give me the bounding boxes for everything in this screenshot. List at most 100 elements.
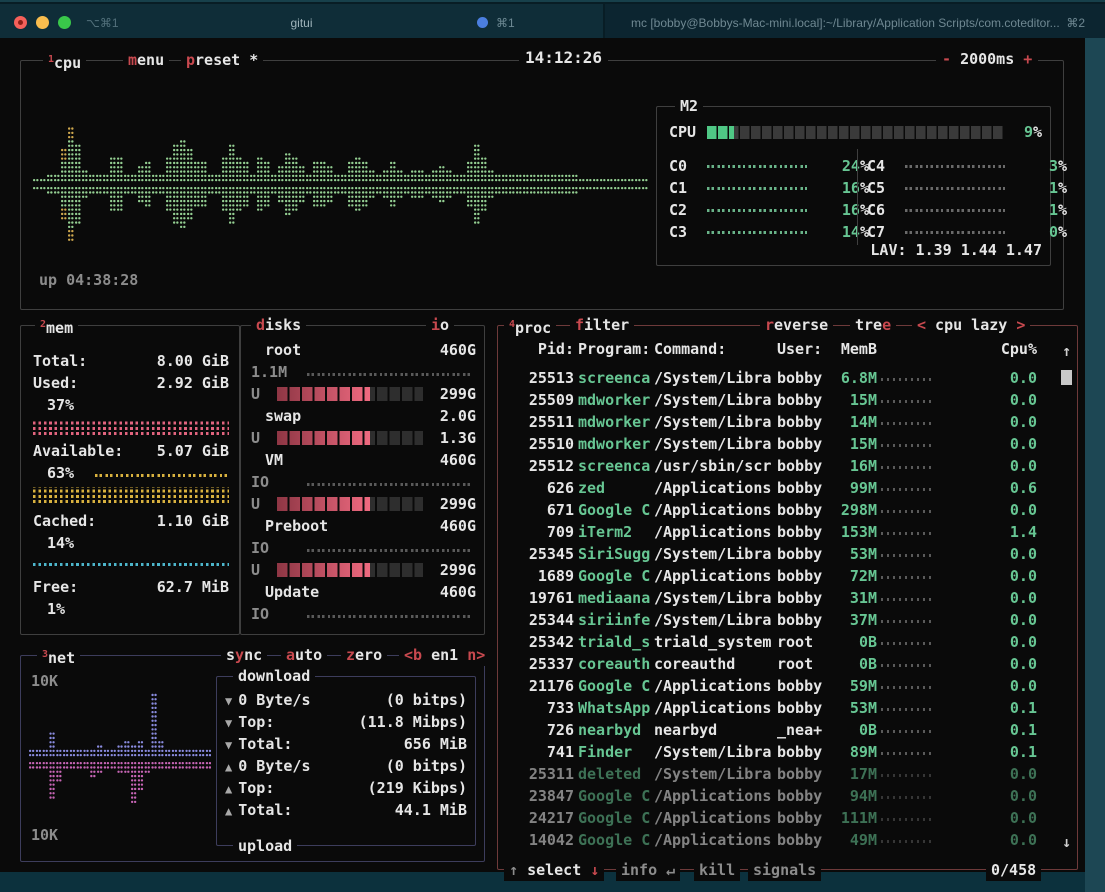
process-row[interactable]: 25513screenca/System/Librabobby6.8M0.0 <box>498 367 1077 389</box>
mem-metric-label: Cached: <box>33 510 96 532</box>
process-row[interactable]: 25337coreauthcoreauthdroot0B0.0 <box>498 653 1077 675</box>
core-percent: 1% <box>1007 177 1067 199</box>
disk-volume-size: 460G <box>440 515 476 537</box>
process-row[interactable]: 709iTerm2/Applicationsbobby153M1.4 <box>498 521 1077 543</box>
core-label: C6 <box>867 199 885 221</box>
mem-metric-value: 5.07 GiB <box>157 440 229 462</box>
mem-pct-row: 1% <box>33 598 229 620</box>
disks-panel-title[interactable]: disks <box>251 314 306 336</box>
mem-metric-label: Total: <box>33 350 87 372</box>
process-row[interactable]: 25511mdworker/System/Librabobby14M0.0 <box>498 411 1077 433</box>
interface-selector[interactable]: <b en1 n> <box>399 644 490 666</box>
tab-gitui[interactable]: ⌥⌘1 gitui ⌘1 <box>0 4 603 40</box>
process-row[interactable]: 25512screenca/usr/sbin/scrbobby16M0.0 <box>498 455 1077 477</box>
scrollbar-thumb[interactable] <box>1061 370 1072 385</box>
process-pid: 25509 <box>506 389 574 411</box>
column-pid[interactable]: Pid: <box>506 338 574 360</box>
process-mem: 31M <box>831 587 877 609</box>
process-row[interactable]: 25344siriinfe/System/Librabobby37M0.0 <box>498 609 1077 631</box>
process-program: mediaana <box>578 587 650 609</box>
process-row[interactable]: 23847Google C/Applicationsbobby94M0.0 <box>498 785 1077 807</box>
process-row[interactable]: 19761mediaana/System/Librabobby31M0.0 <box>498 587 1077 609</box>
signals-button[interactable]: signals <box>748 859 821 881</box>
sort-column-selector[interactable]: < cpu lazy > <box>912 314 1030 336</box>
mem-dots-row <box>33 418 229 440</box>
column-mem[interactable]: MemB <box>831 338 877 360</box>
process-command: /System/Libra <box>654 763 773 785</box>
zero-toggle[interactable]: zero <box>341 644 387 666</box>
scroll-down-icon[interactable]: ↓ <box>1062 831 1071 853</box>
disk-usage-bar <box>277 497 423 511</box>
filter-button[interactable]: filter <box>570 314 634 336</box>
tree-view-button[interactable]: tree <box>850 314 896 336</box>
process-mem: 153M <box>831 521 877 543</box>
sync-toggle[interactable]: sync <box>221 644 267 666</box>
process-cpu: 0.0 <box>935 587 1037 609</box>
column-user[interactable]: User: <box>777 338 827 360</box>
rate-decrease-button[interactable]: - <box>942 50 951 68</box>
tab-mc[interactable]: mc [bobby@Bobbys-Mac-mini.local]:~/Libra… <box>605 4 1105 40</box>
process-row[interactable]: 671Google C/Applicationsbobby298M0.0 <box>498 499 1077 521</box>
process-mem: 6.8M <box>831 367 877 389</box>
scroll-up-icon[interactable]: ↑ <box>1062 340 1071 362</box>
reverse-sort-button[interactable]: reverse <box>760 314 833 336</box>
cpu-total-row: CPU 9% <box>657 121 1050 143</box>
disks-io-toggle[interactable]: io <box>426 314 454 336</box>
network-panel: 3net sync auto zero <b en1 n> 10K 10K do… <box>20 655 485 862</box>
process-cpu-dots <box>881 576 931 579</box>
process-cpu: 0.0 <box>935 455 1037 477</box>
core-usage-dots <box>905 187 1005 190</box>
cpu-history-graph <box>33 99 653 267</box>
process-command: /System/Libra <box>654 609 773 631</box>
process-row[interactable]: 14042Google C/Applicationsbobby49M0.0 <box>498 829 1077 851</box>
process-cpu: 0.1 <box>935 719 1037 741</box>
column-cpu[interactable]: Cpu% <box>935 338 1037 360</box>
process-table-header: Pid: Program: Command: User: MemB Cpu% <box>498 338 1077 360</box>
menu-button[interactable]: menu <box>123 49 169 71</box>
auto-toggle[interactable]: auto <box>281 644 327 666</box>
process-mem: 37M <box>831 609 877 631</box>
process-cpu-dots <box>881 488 931 491</box>
process-row[interactable]: 25510mdworker/System/Librabobby15M0.0 <box>498 433 1077 455</box>
net-stat-label: Total: <box>238 735 292 753</box>
process-pid: 1689 <box>506 565 574 587</box>
net-stat-value: (0 bitps) <box>386 689 467 711</box>
process-program: Google C <box>578 807 650 829</box>
column-command[interactable]: Command: <box>654 338 773 360</box>
preset-button[interactable]: preset * <box>181 49 263 71</box>
disk-name-row: Preboot460G <box>251 515 476 537</box>
select-control[interactable]: ↑ select ↓ <box>504 859 604 881</box>
process-row[interactable]: 741Finder/System/Librabobby89M0.1 <box>498 741 1077 763</box>
process-row[interactable]: 21176Google C/Applicationsbobby59M0.0 <box>498 675 1077 697</box>
process-cpu: 0.0 <box>935 763 1037 785</box>
process-row[interactable]: 726nearbydnearbyd_nea+0B0.1 <box>498 719 1077 741</box>
info-button[interactable]: info ↵ <box>616 859 680 881</box>
disk-used-value: 299G <box>440 493 476 515</box>
rate-value: 2000ms <box>960 50 1014 68</box>
process-row[interactable]: 25345SiriSugg/System/Librabobby53M0.0 <box>498 543 1077 565</box>
process-user: bobby <box>777 499 827 521</box>
process-pid: 25311 <box>506 763 574 785</box>
disk-volume-name: VM <box>265 449 283 471</box>
process-row[interactable]: 1689Google C/Applicationsbobby72M0.0 <box>498 565 1077 587</box>
disk-label-dots-row: IO <box>251 603 476 625</box>
process-row[interactable]: 25311deleted/System/Librabobby17M0.0 <box>498 763 1077 785</box>
net-stat-value: 44.1 MiB <box>395 799 467 821</box>
process-cpu: 0.1 <box>935 741 1037 763</box>
process-program: deleted <box>578 763 650 785</box>
process-row[interactable]: 25342triald_striald_systemroot0B0.0 <box>498 631 1077 653</box>
kill-button[interactable]: kill <box>694 859 740 881</box>
process-mem: 15M <box>831 433 877 455</box>
cpu-total-bar <box>707 126 1003 139</box>
process-cpu-dots <box>881 532 931 535</box>
process-row[interactable]: 25509mdworker/System/Librabobby15M0.0 <box>498 389 1077 411</box>
column-program[interactable]: Program: <box>578 338 650 360</box>
rate-increase-button[interactable]: + <box>1023 50 1032 68</box>
process-row[interactable]: 733WhatsApp/Applicationsbobby53M0.1 <box>498 697 1077 719</box>
process-row[interactable]: 24217Google C/Applicationsbobby111M0.0 <box>498 807 1077 829</box>
mem-metric-value: 1.10 GiB <box>157 510 229 532</box>
process-row[interactable]: 626zed/Applicationsbobby99M0.6 <box>498 477 1077 499</box>
mem-kv-row: Free:62.7 MiB <box>33 576 229 598</box>
process-cpu: 0.0 <box>935 433 1037 455</box>
process-command: coreauthd <box>654 653 773 675</box>
